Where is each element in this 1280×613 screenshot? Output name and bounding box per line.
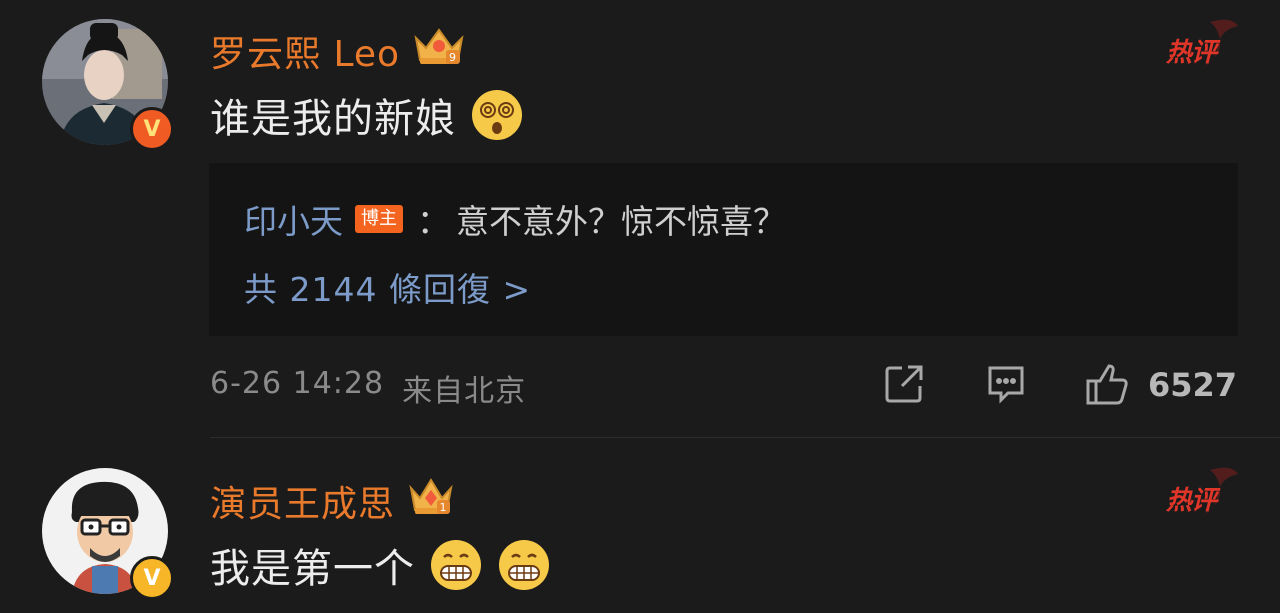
username[interactable]: 罗云熙 Leo 9 bbox=[210, 25, 466, 77]
username[interactable]: 演员王成思 1 bbox=[210, 475, 455, 527]
crown-icon: 9 bbox=[412, 26, 466, 77]
comment-meta: 6-26 14:28 来自北京 bbox=[210, 366, 526, 410]
reply-text: 意不意外？惊不惊喜？ bbox=[456, 202, 786, 241]
comment-text: 我是第一个 bbox=[210, 536, 551, 594]
crown-icon: 1 bbox=[407, 476, 455, 527]
svg-text:1: 1 bbox=[440, 501, 448, 514]
view-replies-link[interactable]: 共 2144 條回復 > bbox=[244, 263, 531, 311]
reply-line: 印小天 博主 ： 意不意外？惊不惊喜？ bbox=[244, 195, 786, 243]
comment-icon[interactable] bbox=[984, 362, 1028, 410]
svg-text:9: 9 bbox=[449, 51, 457, 64]
verified-badge: V bbox=[130, 556, 174, 600]
verified-badge: V bbox=[130, 107, 174, 151]
dizzy-face-icon bbox=[470, 88, 524, 142]
grinning-face-icon bbox=[429, 538, 483, 592]
reply-preview[interactable]: 印小天 博主 ： 意不意外？惊不惊喜？ 共 2144 條回復 > bbox=[209, 163, 1238, 336]
author-tag: 博主 bbox=[355, 205, 403, 233]
hot-comment-badge: 热评 bbox=[1160, 16, 1240, 76]
comment-text: 谁是我的新娘 bbox=[210, 86, 524, 144]
reply-author[interactable]: 印小天 bbox=[244, 195, 343, 243]
comment-location: 来自北京 bbox=[402, 374, 527, 409]
hot-comment-badge: 热评 bbox=[1160, 464, 1240, 524]
comment-date: 6-26 14:28 bbox=[210, 366, 385, 401]
thumbs-up-icon[interactable] bbox=[1084, 362, 1130, 412]
comment-item: V 演员王成思 1 热评 我是第一个 bbox=[0, 438, 1280, 613]
share-icon[interactable] bbox=[882, 362, 926, 410]
like-count: 6527 bbox=[1148, 366, 1238, 404]
comment-item: V 罗云熙 Leo 9 热评 谁是我的新娘 印小天 博主 ： 意不意外？惊不惊喜… bbox=[0, 0, 1280, 437]
comment-actions: 6527 bbox=[880, 362, 1240, 410]
grinning-face-icon bbox=[497, 538, 551, 592]
